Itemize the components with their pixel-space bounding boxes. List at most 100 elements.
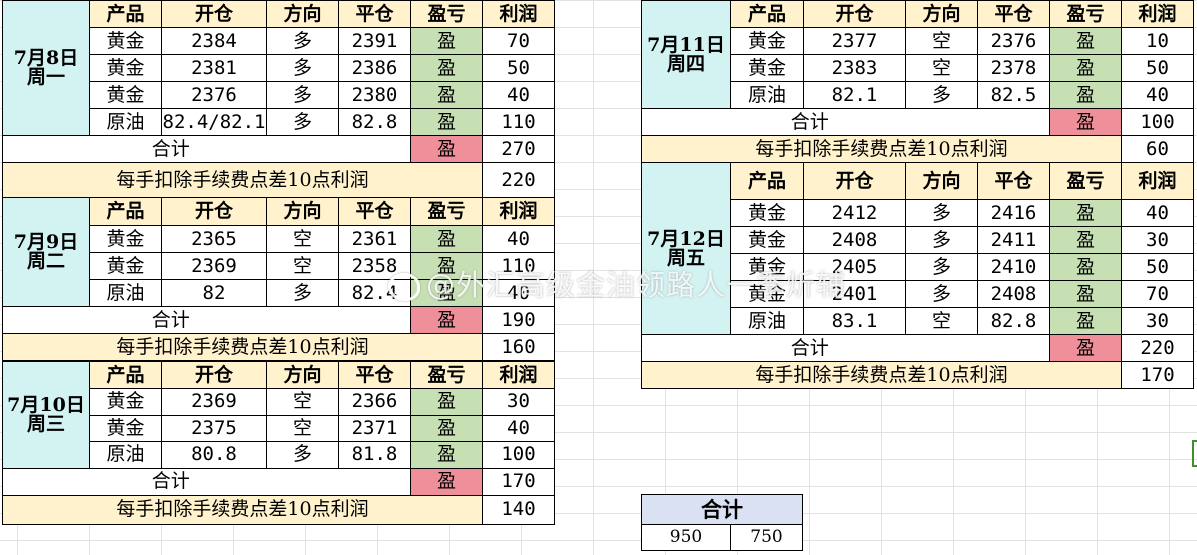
column-header-open[interactable]: 开仓 (803, 162, 906, 200)
cell-close[interactable]: 2376 (977, 27, 1050, 55)
cell-open[interactable]: 2381 (161, 54, 267, 82)
column-header-close[interactable]: 平仓 (977, 162, 1050, 200)
cell-direction[interactable]: 空 (266, 252, 339, 280)
date-cell[interactable]: 7月8日 周一 (2, 0, 90, 136)
cell-profit[interactable]: 110 (482, 252, 555, 280)
cell-product[interactable]: 黄金 (730, 54, 804, 82)
cell-close[interactable]: 2411 (977, 226, 1050, 254)
cell-product[interactable]: 黄金 (730, 27, 804, 55)
cell-profit[interactable]: 70 (1121, 280, 1194, 308)
cell-profit[interactable]: 30 (482, 388, 555, 416)
cell-direction[interactable]: 空 (266, 225, 339, 253)
fee-label[interactable]: 每手扣除手续费点差10点利润 (641, 135, 1122, 163)
cell-pnl[interactable]: 盈 (1049, 27, 1122, 55)
column-header-pnl[interactable]: 盈亏 (410, 0, 483, 28)
cell-product[interactable]: 黄金 (89, 388, 162, 416)
total-profit[interactable]: 100 (1121, 108, 1194, 136)
cell-close[interactable]: 2358 (338, 252, 411, 280)
cell-open[interactable]: 2369 (161, 252, 267, 280)
cell-open[interactable]: 2412 (803, 199, 906, 227)
cell-profit[interactable]: 40 (482, 81, 555, 109)
cell-pnl[interactable]: 盈 (1049, 81, 1122, 109)
cell-direction[interactable]: 多 (266, 108, 339, 136)
cell-direction[interactable]: 空 (266, 388, 339, 416)
cell-product[interactable]: 原油 (89, 441, 162, 469)
column-header-direction[interactable]: 方向 (266, 361, 339, 389)
column-header-open[interactable]: 开仓 (161, 197, 267, 226)
selected-cell-indicator[interactable] (1192, 440, 1197, 467)
column-header-product[interactable]: 产品 (89, 197, 162, 226)
cell-close[interactable]: 82.4 (338, 279, 411, 307)
cell-pnl[interactable]: 盈 (410, 441, 483, 469)
cell-pnl[interactable]: 盈 (410, 108, 483, 136)
cell-direction[interactable]: 空 (266, 414, 339, 442)
date-cell[interactable]: 7月11日 周四 (641, 0, 731, 109)
column-header-direction[interactable]: 方向 (266, 0, 339, 28)
cell-direction[interactable]: 空 (905, 27, 978, 55)
cell-close[interactable]: 2391 (338, 27, 411, 55)
total-label[interactable]: 合计 (641, 334, 978, 362)
total-label[interactable]: 合计 (641, 108, 978, 136)
cell-close[interactable]: 82.8 (977, 307, 1050, 335)
column-header-close[interactable]: 平仓 (338, 361, 411, 389)
cell-product[interactable]: 黄金 (89, 27, 162, 55)
column-header-direction[interactable]: 方向 (266, 197, 339, 226)
cell-direction[interactable]: 多 (266, 27, 339, 55)
cell-pnl[interactable]: 盈 (410, 388, 483, 416)
cell-pnl[interactable]: 盈 (1049, 54, 1122, 82)
cell-close[interactable]: 2410 (977, 253, 1050, 281)
cell-direction[interactable]: 多 (266, 81, 339, 109)
column-header-close[interactable]: 平仓 (977, 0, 1050, 28)
cell-product[interactable]: 原油 (89, 279, 162, 307)
column-header-product[interactable]: 产品 (730, 162, 804, 200)
cell-profit[interactable]: 40 (1121, 199, 1194, 227)
cell-product[interactable]: 黄金 (730, 226, 804, 254)
cell-product[interactable]: 黄金 (89, 54, 162, 82)
total-pnl[interactable]: 盈 (1049, 334, 1122, 362)
net-profit[interactable]: 140 (482, 494, 555, 525)
fee-label[interactable]: 每手扣除手续费点差10点利润 (2, 333, 483, 361)
cell-pnl[interactable]: 盈 (1049, 199, 1122, 227)
cell-close[interactable]: 2416 (977, 199, 1050, 227)
column-header-pnl[interactable]: 盈亏 (410, 361, 483, 389)
column-header-pnl[interactable]: 盈亏 (1049, 162, 1122, 200)
cell-pnl[interactable]: 盈 (410, 252, 483, 280)
cell-close[interactable]: 2380 (338, 81, 411, 109)
cell-profit[interactable]: 70 (482, 27, 555, 55)
column-header-profit[interactable]: 利润 (482, 0, 555, 28)
cell-close[interactable]: 2361 (338, 225, 411, 253)
total-pnl[interactable]: 盈 (410, 135, 483, 163)
net-profit[interactable]: 60 (1121, 135, 1194, 163)
total-profit[interactable]: 190 (482, 306, 555, 334)
cell-pnl[interactable]: 盈 (410, 225, 483, 253)
column-header-profit[interactable]: 利润 (1121, 162, 1194, 200)
cell-open[interactable]: 2383 (803, 54, 906, 82)
cell-open[interactable]: 2376 (161, 81, 267, 109)
cell-pnl[interactable]: 盈 (1049, 226, 1122, 254)
total-pnl[interactable]: 盈 (1049, 108, 1122, 136)
fee-label[interactable]: 每手扣除手续费点差10点利润 (641, 361, 1122, 389)
cell-open[interactable]: 2405 (803, 253, 906, 281)
column-header-open[interactable]: 开仓 (803, 0, 906, 28)
summary-net-total[interactable]: 750 (730, 524, 803, 551)
cell-product[interactable]: 黄金 (730, 199, 804, 227)
cell-pnl[interactable]: 盈 (410, 54, 483, 82)
cell-open[interactable]: 2369 (161, 388, 267, 416)
cell-profit[interactable]: 30 (1121, 307, 1194, 335)
summary-gross-total[interactable]: 950 (641, 524, 731, 551)
cell-close[interactable]: 2378 (977, 54, 1050, 82)
cell-direction[interactable]: 多 (905, 280, 978, 308)
fee-label[interactable]: 每手扣除手续费点差10点利润 (2, 494, 483, 525)
total-profit[interactable]: 170 (482, 467, 555, 496)
cell-direction[interactable]: 多 (266, 54, 339, 82)
cell-direction[interactable]: 空 (905, 54, 978, 82)
cell-direction[interactable]: 多 (905, 253, 978, 281)
date-cell[interactable]: 7月12日 周五 (641, 162, 731, 335)
cell-open[interactable]: 2401 (803, 280, 906, 308)
cell-pnl[interactable]: 盈 (1049, 307, 1122, 335)
cell-profit[interactable]: 50 (1121, 54, 1194, 82)
cell-profit[interactable]: 30 (1121, 226, 1194, 254)
net-profit[interactable]: 160 (482, 333, 555, 361)
cell-open[interactable]: 82 (161, 279, 267, 307)
cell-close[interactable]: 82.8 (338, 108, 411, 136)
